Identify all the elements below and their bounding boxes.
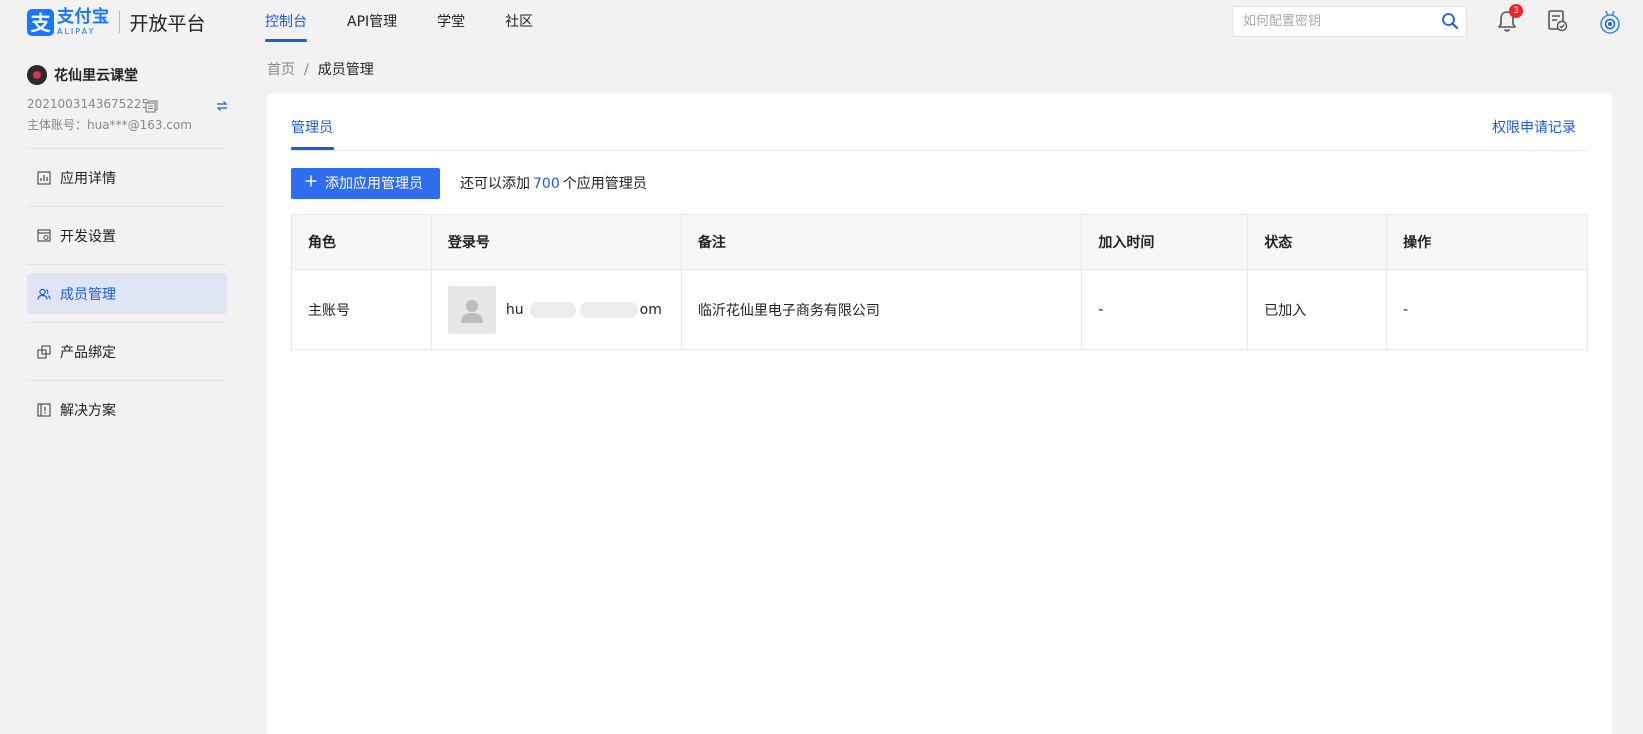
breadcrumb-current: 成员管理 — [317, 62, 374, 78]
logo-cn-text: 支付宝 — [57, 6, 110, 27]
menu-divider — [27, 264, 227, 265]
quota-prefix: 还可以添加 — [460, 176, 530, 192]
app-name: 花仙里云课堂 — [54, 68, 138, 84]
cell-login: hu om — [430, 269, 682, 350]
nav-api-management[interactable]: API管理 — [347, 0, 397, 44]
redaction-blob — [579, 301, 638, 318]
sidebar-item-product-binding[interactable]: 产品绑定 — [27, 331, 227, 372]
search-icon[interactable] — [1441, 12, 1459, 34]
search-box — [1232, 6, 1467, 37]
top-nav: 控制台 API管理 学堂 社区 — [265, 0, 573, 44]
column-header-role: 角色 — [291, 214, 432, 270]
settings-panel-icon — [37, 228, 51, 243]
svg-text:支: 支 — [31, 11, 52, 35]
cell-join-time: - — [1081, 269, 1249, 350]
admin-quota-text: 还可以添加 700 个应用管理员 — [460, 173, 647, 193]
sidebar-item-label: 成员管理 — [60, 286, 116, 303]
robot-icon — [1598, 10, 1622, 39]
menu-divider — [27, 206, 227, 207]
members-table: 角色 登录号 备注 加入时间 状态 操作 主账号 hu om 临沂花仙里电子商务… — [291, 214, 1588, 350]
table-row: 主账号 hu om 临沂花仙里电子商务有限公司 - 已加入 - — [291, 269, 1588, 350]
app-id: 2021003143675225 — [27, 97, 150, 111]
plus-icon — [305, 175, 317, 191]
nav-console[interactable]: 控制台 — [265, 0, 307, 44]
solution-icon — [37, 402, 51, 417]
link-icon — [37, 344, 51, 359]
quota-suffix: 个应用管理员 — [562, 176, 647, 192]
assistant-button[interactable] — [1598, 9, 1622, 34]
column-header-join-time: 加入时间 — [1081, 214, 1249, 270]
platform-title: 开放平台 — [129, 12, 206, 35]
notification-button[interactable]: 3 — [1496, 4, 1523, 33]
user-silhouette-icon — [460, 299, 483, 323]
sidebar-item-label: 解决方案 — [60, 402, 116, 419]
cell-action: - — [1386, 269, 1588, 350]
document-check-icon — [1546, 10, 1568, 37]
sidebar: 花仙里云课堂 2021003143675225 主体账号：hua***@163.… — [27, 60, 228, 430]
breadcrumb: 首页 / 成员管理 — [267, 58, 374, 82]
document-check-button[interactable] — [1546, 9, 1570, 33]
permission-records-link[interactable]: 权限申请记录 — [1492, 117, 1576, 137]
nav-community[interactable]: 社区 — [505, 0, 533, 44]
tab-admins[interactable]: 管理员 — [291, 117, 333, 137]
column-header-login: 登录号 — [430, 214, 682, 270]
login-prefix: hu — [505, 301, 524, 318]
copy-icon[interactable] — [145, 98, 158, 120]
quota-number: 700 — [533, 176, 560, 192]
masked-login-id: hu om — [505, 301, 662, 318]
menu-divider — [27, 380, 227, 381]
sidebar-item-solutions[interactable]: 解决方案 — [27, 389, 227, 430]
tab-active-indicator — [291, 147, 334, 150]
sidebar-item-label: 开发设置 — [60, 228, 116, 245]
sidebar-item-members[interactable]: 成员管理 — [27, 273, 227, 314]
sidebar-item-app-details[interactable]: 应用详情 — [27, 157, 227, 198]
column-header-status: 状态 — [1247, 214, 1388, 270]
sidebar-item-dev-settings[interactable]: 开发设置 — [27, 215, 227, 256]
menu-divider — [27, 322, 227, 323]
breadcrumb-separator: / — [304, 62, 309, 78]
notification-badge: 3 — [1509, 4, 1523, 18]
nav-academy[interactable]: 学堂 — [437, 0, 465, 44]
tab-bar: 管理员 权限申请记录 — [291, 93, 1588, 151]
add-admin-row: 添加应用管理员 还可以添加 700 个应用管理员 — [291, 167, 647, 199]
sidebar-item-label: 产品绑定 — [60, 344, 116, 361]
members-icon — [37, 287, 51, 301]
logo-divider — [118, 11, 120, 33]
sidebar-item-label: 应用详情 — [60, 170, 116, 187]
top-bar: 支 支付宝 ALIPAY 开放平台 控制台 API管理 学堂 社区 如何配置密钥… — [0, 0, 1643, 44]
sidebar-menu: 应用详情 开发设置 成员管理 产品绑定 解决方案 — [27, 157, 227, 430]
cell-status: 已加入 — [1247, 269, 1388, 350]
cell-remark: 临沂花仙里电子商务有限公司 — [680, 269, 1083, 350]
table-header-row: 角色 登录号 备注 加入时间 状态 操作 — [291, 214, 1588, 270]
login-suffix: om — [639, 301, 662, 318]
switch-app-icon[interactable] — [216, 97, 228, 119]
column-header-remark: 备注 — [680, 214, 1083, 270]
sidebar-divider — [27, 148, 227, 149]
alipay-logo-icon: 支 — [27, 8, 54, 36]
add-admin-button[interactable]: 添加应用管理员 — [291, 167, 440, 199]
chart-icon — [37, 170, 51, 185]
owner-account: 主体账号：hua***@163.com — [27, 118, 192, 132]
column-header-action: 操作 — [1386, 214, 1588, 270]
main-panel: 管理员 权限申请记录 添加应用管理员 还可以添加 700 个应用管理员 角色 登… — [267, 93, 1612, 734]
breadcrumb-home[interactable]: 首页 — [267, 58, 295, 82]
search-input[interactable] — [1243, 7, 1433, 36]
avatar — [447, 285, 496, 334]
cell-role: 主账号 — [291, 269, 432, 350]
alipay-logo[interactable]: 支 支付宝 ALIPAY 开放平台 — [27, 7, 206, 37]
app-id-row: 2021003143675225 — [27, 93, 228, 115]
app-header: 花仙里云课堂 — [27, 60, 227, 90]
redaction-blob — [529, 301, 576, 318]
app-avatar — [27, 65, 47, 85]
bell-icon — [1496, 11, 1518, 37]
logo-en-text: ALIPAY — [57, 26, 96, 36]
add-admin-button-label: 添加应用管理员 — [325, 176, 423, 192]
